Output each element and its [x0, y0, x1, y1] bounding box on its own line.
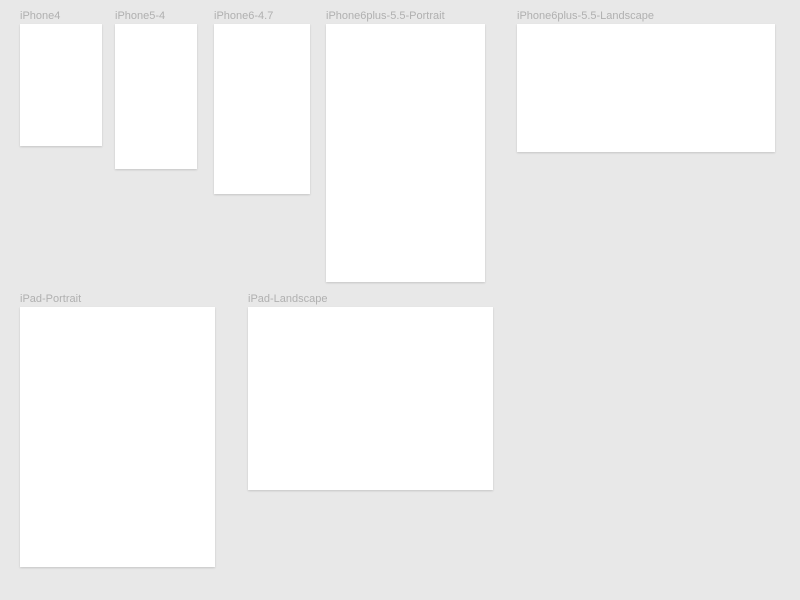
artboard-ipad-landscape[interactable]: iPad-Landscape	[248, 293, 493, 490]
artboard-label: iPhone6plus-5.5-Landscape	[517, 10, 775, 22]
artboard-ipad-portrait[interactable]: iPad-Portrait	[20, 293, 215, 567]
artboard-iphone4[interactable]: iPhone4	[20, 10, 102, 146]
artboard-canvas[interactable]	[326, 24, 485, 282]
artboard-canvas[interactable]	[115, 24, 197, 169]
artboard-label: iPhone6-4.7	[214, 10, 310, 22]
artboard-iphone6plus-55-landscape[interactable]: iPhone6plus-5.5-Landscape	[517, 10, 775, 152]
artboard-iphone6-47[interactable]: iPhone6-4.7	[214, 10, 310, 194]
artboard-canvas[interactable]	[20, 24, 102, 146]
artboard-label: iPhone6plus-5.5-Portrait	[326, 10, 485, 22]
artboard-iphone6plus-55-portrait[interactable]: iPhone6plus-5.5-Portrait	[326, 10, 485, 282]
artboard-canvas[interactable]	[214, 24, 310, 194]
artboard-label: iPad-Portrait	[20, 293, 215, 305]
artboard-iphone5-4[interactable]: iPhone5-4	[115, 10, 197, 169]
artboard-label: iPhone4	[20, 10, 102, 22]
artboard-label: iPad-Landscape	[248, 293, 493, 305]
artboard-label: iPhone5-4	[115, 10, 197, 22]
artboard-canvas[interactable]	[20, 307, 215, 567]
artboard-canvas[interactable]	[248, 307, 493, 490]
artboard-canvas[interactable]	[517, 24, 775, 152]
